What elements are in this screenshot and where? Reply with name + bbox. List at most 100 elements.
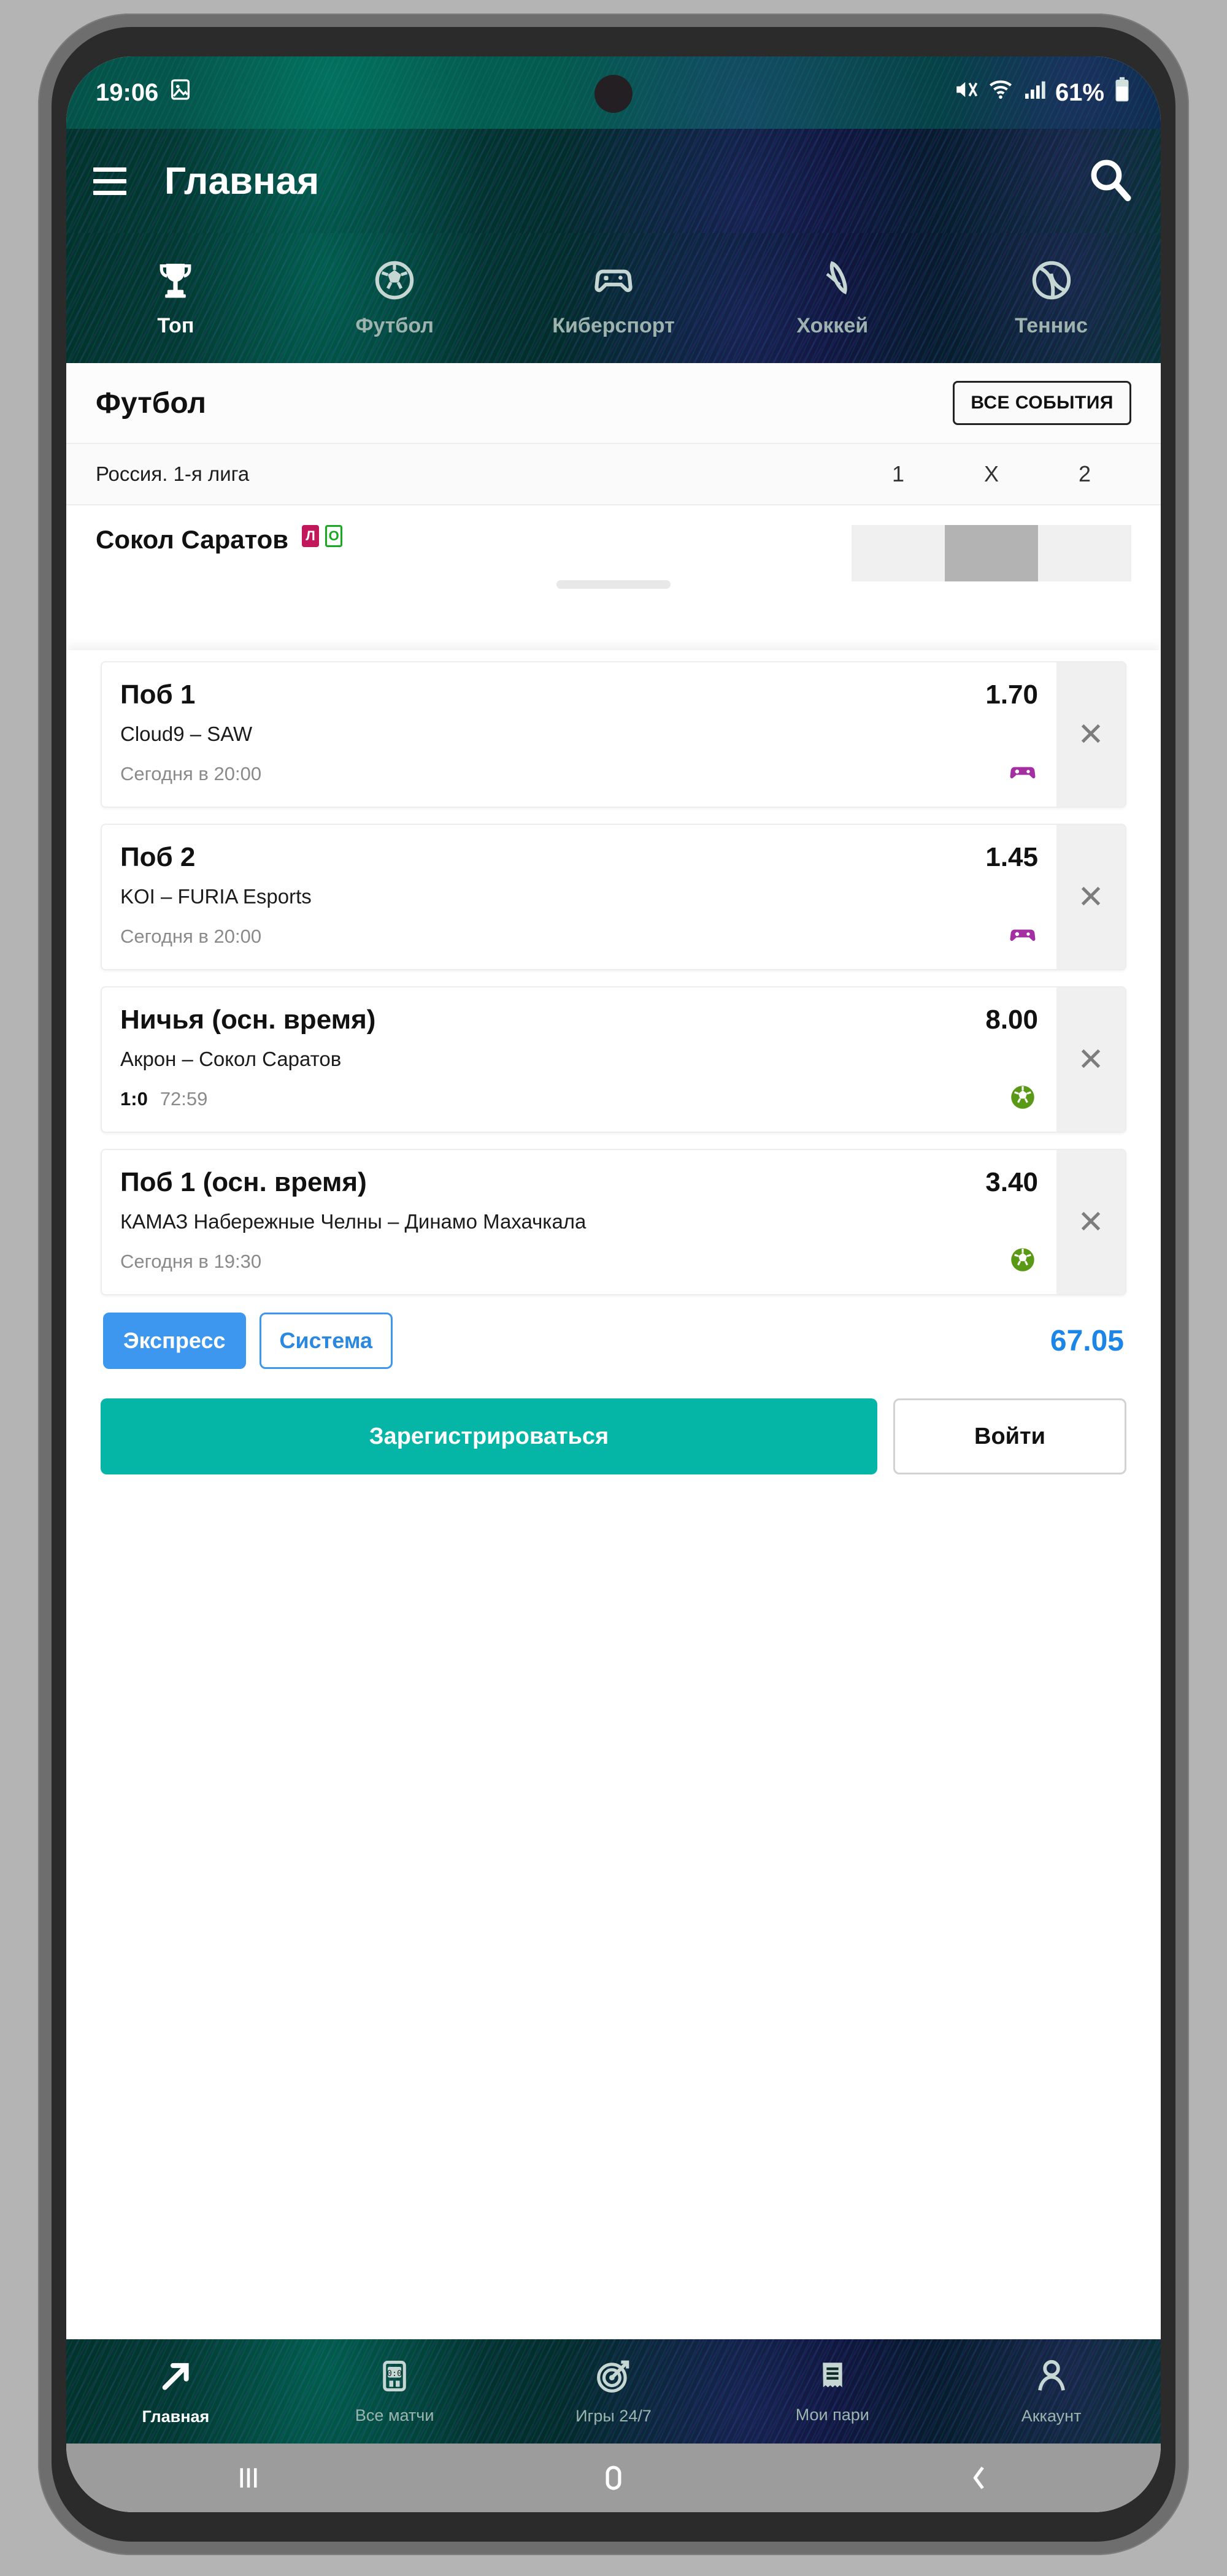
front-camera-notch xyxy=(594,75,633,113)
nav-item-label: Игры 24/7 xyxy=(575,2407,652,2425)
trophy-icon xyxy=(153,258,198,305)
sport-tab-label: Хоккей xyxy=(796,314,869,337)
odds-column-header-1: 1 xyxy=(891,461,905,486)
odds-cell-1[interactable] xyxy=(852,525,945,581)
app-header: Главная xyxy=(66,129,1161,233)
sport-tabs-bar: Топ Футбол Киберспорт Хоккей Теннис xyxy=(66,233,1161,363)
odds-cell-2[interactable] xyxy=(1038,525,1131,581)
phone-frame: 19:06 61% Главная Топ Футбол Киберспорт … xyxy=(38,13,1189,2555)
sport-tab-tennis[interactable]: Теннис xyxy=(942,258,1161,338)
bet-odd-value: 3.40 xyxy=(985,1167,1038,1197)
soccer-ball-icon xyxy=(1007,1082,1038,1116)
match-badges: Л О xyxy=(302,525,343,547)
bet-mode-express-button[interactable]: Экспресс xyxy=(103,1313,246,1369)
odds-column-header-2: 2 xyxy=(1078,461,1091,486)
gamepad-icon xyxy=(1007,919,1038,953)
sport-tab-football[interactable]: Футбол xyxy=(285,258,504,338)
nav-item-my-bets[interactable]: Мои пари xyxy=(723,2358,942,2425)
svg-text:0:0: 0:0 xyxy=(387,2369,402,2379)
betslip-card[interactable]: Поб 2 1.45 KOI – FURIA Esports Сегодня в… xyxy=(101,824,1126,970)
betslip-card-body: Ничья (осн. время) 8.00 Акрон – Сокол Са… xyxy=(102,987,1056,1132)
nav-item-label: Все матчи xyxy=(355,2406,434,2425)
betslip-card-body: Поб 1 (осн. время) 3.40 КАМАЗ Набережные… xyxy=(102,1150,1056,1294)
section-title: Футбол xyxy=(96,386,207,420)
bet-teams: Акрон – Сокол Саратов xyxy=(120,1048,342,1070)
betslip-panel: Поб 1 1.70 Cloud9 – SAW Сегодня в 20:00 xyxy=(66,650,1161,2339)
auth-row: Зарегистрироваться Войти xyxy=(101,1398,1126,1474)
drag-handle[interactable] xyxy=(556,580,671,589)
bet-teams: Cloud9 – SAW xyxy=(120,723,253,745)
betslip-card-body: Поб 2 1.45 KOI – FURIA Esports Сегодня в… xyxy=(102,825,1056,969)
phone-bezel: 19:06 61% Главная Топ Футбол Киберспорт … xyxy=(52,27,1175,2542)
android-system-nav xyxy=(66,2444,1161,2512)
bet-time: Сегодня в 20:00 xyxy=(120,762,262,784)
sport-tab-label: Топ xyxy=(157,314,194,337)
status-time: 19:06 xyxy=(96,79,159,106)
soccer-ball-icon xyxy=(372,258,417,305)
match-row[interactable]: Сокол Саратов Л О xyxy=(66,505,1161,597)
home-circle-icon[interactable] xyxy=(431,2461,796,2494)
bet-time: Сегодня в 19:30 xyxy=(120,1250,262,1272)
battery-icon xyxy=(1113,77,1131,109)
total-odds-value: 67.05 xyxy=(1050,1324,1124,1357)
close-icon[interactable]: ✕ xyxy=(1056,987,1125,1132)
receipt-icon xyxy=(815,2358,850,2398)
nav-item-all-matches[interactable]: 0:0 Все матчи xyxy=(285,2358,504,2425)
sport-tab-esports[interactable]: Киберспорт xyxy=(504,258,723,338)
page-title: Главная xyxy=(164,159,320,202)
green-badge: О xyxy=(325,525,343,547)
search-icon[interactable] xyxy=(1086,156,1134,207)
betslip-card-body: Поб 1 1.70 Cloud9 – SAW Сегодня в 20:00 xyxy=(102,662,1056,807)
nav-item-games-247[interactable]: Игры 24/7 xyxy=(504,2357,723,2426)
close-icon[interactable]: ✕ xyxy=(1056,662,1125,807)
sport-tab-label: Киберспорт xyxy=(552,314,675,337)
league-header-row[interactable]: Россия. 1-я лига 1 X 2 xyxy=(66,444,1161,505)
close-icon[interactable]: ✕ xyxy=(1056,825,1125,969)
bet-odd-value: 1.45 xyxy=(985,842,1038,872)
bet-time: Сегодня в 20:00 xyxy=(120,925,262,947)
match-team-name: Сокол Саратов xyxy=(96,525,289,554)
nav-item-label: Аккаунт xyxy=(1021,2407,1082,2425)
register-button[interactable]: Зарегистрироваться xyxy=(101,1398,877,1474)
betslip-card[interactable]: Поб 1 1.70 Cloud9 – SAW Сегодня в 20:00 xyxy=(101,661,1126,808)
battery-percent-label: 61% xyxy=(1055,79,1104,106)
nav-item-label: Мои пари xyxy=(795,2405,869,2424)
bet-mode-system-button[interactable]: Система xyxy=(259,1313,393,1369)
sport-tab-label: Футбол xyxy=(355,314,434,337)
odds-cell-x[interactable] xyxy=(945,525,1038,581)
sport-tab-hockey[interactable]: Хоккей xyxy=(723,258,942,338)
main-content: Футбол ВСЕ СОБЫТИЯ Россия. 1-я лига 1 X … xyxy=(66,363,1161,2339)
target-dart-icon xyxy=(594,2357,633,2399)
image-icon xyxy=(168,77,193,108)
gamepad-icon xyxy=(1007,757,1038,791)
sport-tab-top[interactable]: Топ xyxy=(66,258,285,338)
back-chevron-icon[interactable] xyxy=(796,2461,1161,2494)
person-icon xyxy=(1033,2357,1071,2399)
all-events-button[interactable]: ВСЕ СОБЫТИЯ xyxy=(953,381,1131,425)
bet-teams: KOI – FURIA Esports xyxy=(120,885,312,908)
tennis-ball-icon xyxy=(1029,258,1074,305)
betslip-card[interactable]: Поб 1 (осн. время) 3.40 КАМАЗ Набережные… xyxy=(101,1149,1126,1295)
close-icon[interactable]: ✕ xyxy=(1056,1150,1125,1294)
bet-teams: КАМАЗ Набережные Челны – Динамо Махачкал… xyxy=(120,1210,587,1233)
bet-live-score: 1:0 xyxy=(120,1087,148,1110)
odds-column-header-x: X xyxy=(983,461,999,486)
login-button[interactable]: Войти xyxy=(893,1398,1126,1474)
hamburger-menu-icon[interactable] xyxy=(93,167,126,195)
scoreboard-icon: 0:0 xyxy=(376,2358,413,2399)
odds-cells xyxy=(852,525,1131,581)
nav-item-home[interactable]: Главная xyxy=(66,2356,285,2426)
bet-market-name: Поб 1 (осн. время) xyxy=(120,1167,367,1197)
hockey-puck-icon xyxy=(810,258,855,305)
bet-odd-value: 8.00 xyxy=(985,1005,1038,1035)
red-card-badge: Л xyxy=(302,525,320,547)
nav-item-account[interactable]: Аккаунт xyxy=(942,2357,1161,2426)
sport-tab-label: Теннис xyxy=(1015,314,1088,337)
nav-item-label: Главная xyxy=(142,2407,210,2426)
recents-icon[interactable] xyxy=(66,2461,431,2494)
betslip-card[interactable]: Ничья (осн. время) 8.00 Акрон – Сокол Са… xyxy=(101,986,1126,1133)
section-header: Футбол ВСЕ СОБЫТИЯ xyxy=(66,363,1161,444)
wifi-icon xyxy=(988,77,1014,109)
bet-market-name: Поб 2 xyxy=(120,842,196,872)
cellular-signal-icon xyxy=(1022,77,1047,108)
